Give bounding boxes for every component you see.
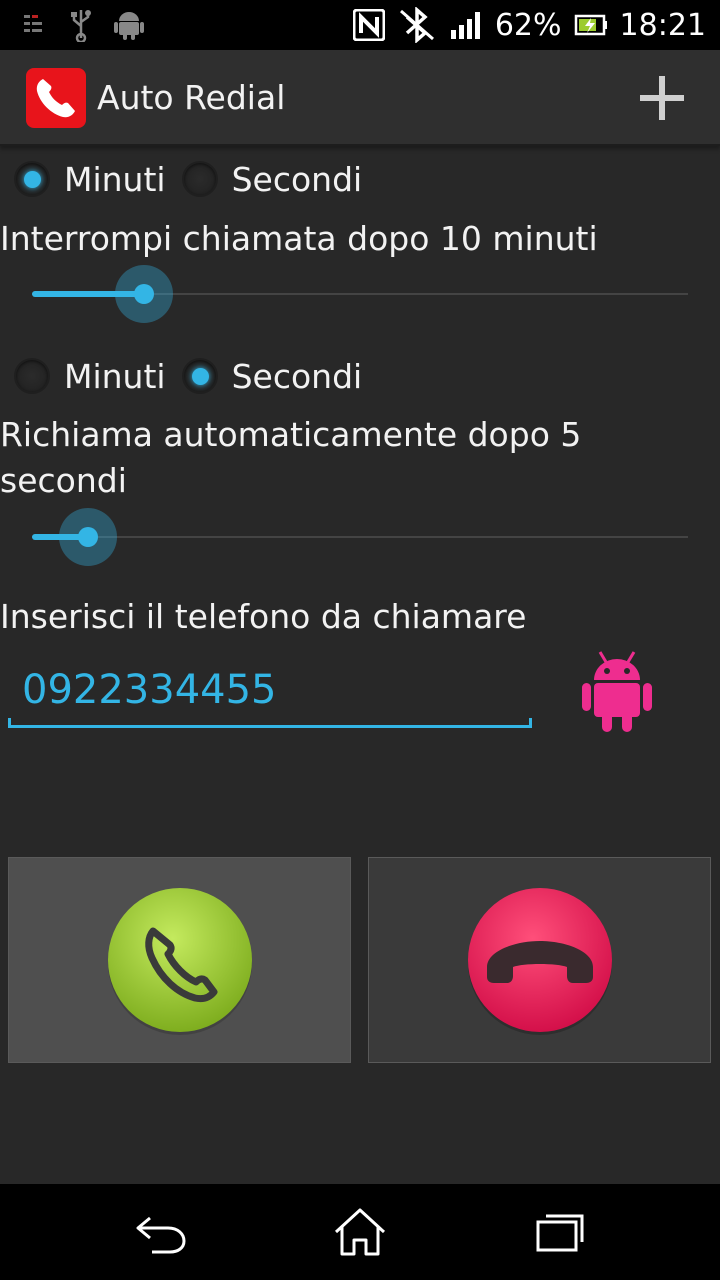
phone-number-label: Inserisci il telefono da chiamare xyxy=(0,597,527,636)
android-debug-icon xyxy=(114,12,144,40)
hangup-unit-minuti-label[interactable]: Minuti xyxy=(64,160,166,199)
input-edge-left xyxy=(8,718,11,728)
redial-delay-slider[interactable] xyxy=(32,507,688,567)
call-icon xyxy=(107,888,252,1035)
android-icon[interactable] xyxy=(580,648,654,734)
redial-unit-secondi-label[interactable]: Secondi xyxy=(232,357,363,396)
battery-icon xyxy=(574,14,607,36)
app-title: Auto Redial xyxy=(97,78,286,117)
battery-percent: 62% xyxy=(494,7,562,43)
hangup-unit-secondi-label[interactable]: Secondi xyxy=(232,160,363,199)
plus-icon[interactable] xyxy=(636,72,688,124)
phone-number-input[interactable] xyxy=(8,660,532,728)
redial-unit-minuti-radio[interactable] xyxy=(14,358,50,394)
hangup-unit-secondi-radio[interactable] xyxy=(181,161,218,197)
start-call-button[interactable] xyxy=(8,857,351,1063)
redial-unit-secondi-radio[interactable] xyxy=(181,358,218,394)
home-icon[interactable] xyxy=(330,1206,390,1258)
status-bar: 62% 18:21 xyxy=(0,0,720,50)
redial-delay-label: Richiama automaticamente dopo 5 secondi xyxy=(0,415,582,500)
hangup-unit-radio-group: Minuti Secondi xyxy=(14,154,378,204)
app-icon[interactable] xyxy=(26,68,86,128)
usb-icon xyxy=(71,10,91,42)
signal-icon xyxy=(450,12,480,39)
hangup-delay-slider[interactable] xyxy=(32,264,688,324)
slider-thumb[interactable] xyxy=(115,265,173,323)
recents-icon[interactable] xyxy=(530,1206,590,1258)
status-bar-notifications xyxy=(22,8,144,42)
bluetooth-icon xyxy=(399,7,434,43)
redial-unit-minuti-label[interactable]: Minuti xyxy=(64,357,166,396)
slider-thumb[interactable] xyxy=(59,508,117,566)
redial-unit-radio-group: Minuti Secondi xyxy=(14,351,378,401)
phone-icon xyxy=(36,79,75,118)
hangup-unit-minuti-radio[interactable] xyxy=(14,161,50,197)
input-edge-right xyxy=(529,718,532,728)
clock: 18:21 xyxy=(619,7,706,43)
action-bar: Auto Redial xyxy=(0,50,720,146)
status-bar-system: 62% 18:21 xyxy=(352,6,706,44)
back-icon[interactable] xyxy=(130,1206,190,1258)
nfc-icon xyxy=(352,9,385,41)
navigation-bar xyxy=(0,1184,720,1280)
hangup-icon xyxy=(467,888,612,1035)
hangup-delay-label: Interrompi chiamata dopo 10 minuti xyxy=(0,219,598,258)
notification-icon xyxy=(24,15,42,32)
end-call-button[interactable] xyxy=(368,857,711,1063)
slider-track xyxy=(32,536,688,538)
